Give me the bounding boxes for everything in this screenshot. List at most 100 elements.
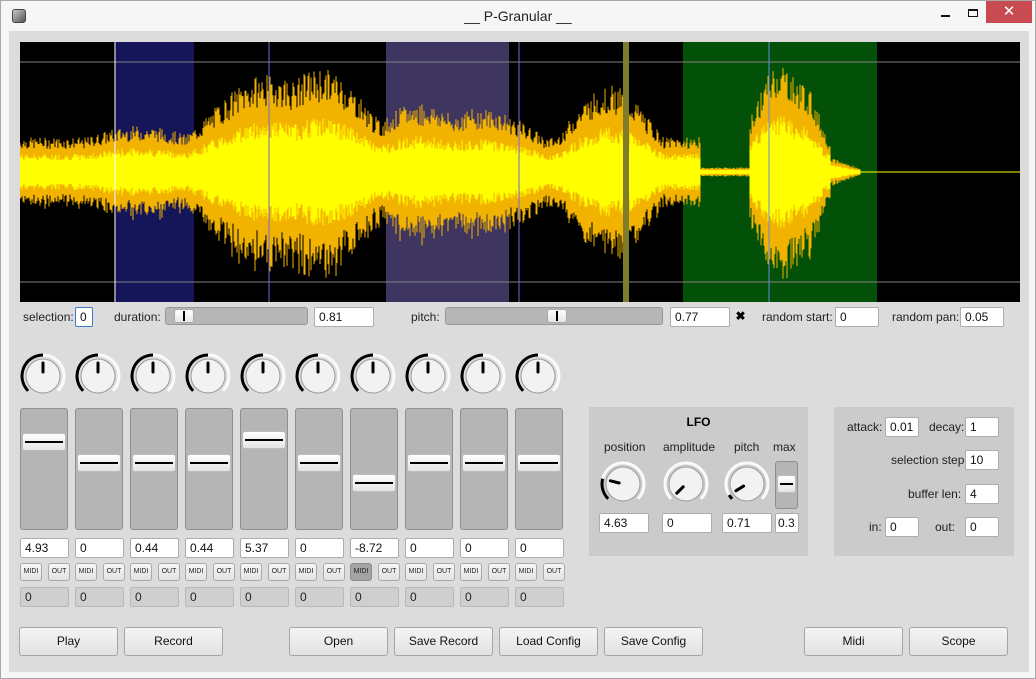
channel-out-button[interactable]: OUT [488,563,510,581]
channel-fader[interactable] [130,408,178,530]
duration-slider[interactable] [165,307,308,325]
pitch-slider[interactable] [445,307,663,325]
channel-value-input[interactable] [185,538,234,558]
midi-button[interactable]: Midi [804,627,903,656]
channel-fader-thumb[interactable] [297,454,341,472]
channel-knob[interactable] [458,351,508,401]
channel-fader-thumb[interactable] [22,433,66,451]
pitch-checkbox[interactable]: ✖ [734,310,747,323]
channel-midi-button[interactable]: MIDI [295,563,317,581]
lfo-max-slider[interactable] [775,461,798,509]
channel-fader-thumb[interactable] [517,454,561,472]
channel-fader[interactable] [185,408,233,530]
channel-value-input[interactable] [405,538,454,558]
decay-input[interactable] [965,417,999,437]
play-button[interactable]: Play [19,627,118,656]
channel-knob[interactable] [238,351,288,401]
channel-out-button[interactable]: OUT [48,563,70,581]
save-record-button[interactable]: Save Record [394,627,493,656]
channel-out-button[interactable]: OUT [433,563,455,581]
lfo-max-slider-thumb[interactable] [777,475,796,493]
channel-value-input[interactable] [240,538,289,558]
pitch-input[interactable] [670,307,730,327]
channel-out-button[interactable]: OUT [158,563,180,581]
channel-midi-button[interactable]: MIDI [240,563,262,581]
channel-fader[interactable] [405,408,453,530]
lfo-position-knob[interactable] [598,459,648,509]
record-button[interactable]: Record [124,627,223,656]
channel-fader[interactable] [515,408,563,530]
channel-fader-thumb[interactable] [462,454,506,472]
channel-midi-button[interactable]: MIDI [515,563,537,581]
channel-value-input[interactable] [75,538,124,558]
duration-input[interactable] [314,307,374,327]
channel-out-button[interactable]: OUT [213,563,235,581]
in-input[interactable] [885,517,919,537]
out-input[interactable] [965,517,999,537]
channel-fader-thumb[interactable] [407,454,451,472]
channel-fader-thumb[interactable] [242,431,286,449]
waveform-canvas[interactable] [20,42,1020,302]
lfo-amplitude-knob[interactable] [661,459,711,509]
channel-midi-button[interactable]: MIDI [75,563,97,581]
channel-value-input[interactable] [460,538,509,558]
channel-value-input[interactable] [350,538,399,558]
selection-input[interactable] [75,307,93,327]
channel-midi-button[interactable]: MIDI [460,563,482,581]
channel-fader-thumb[interactable] [77,454,121,472]
channel-value-input[interactable] [20,538,69,558]
channel-midi-button[interactable]: MIDI [350,563,372,581]
open-button[interactable]: Open [289,627,388,656]
channel-out-button[interactable]: OUT [103,563,125,581]
lfo-amplitude-input[interactable] [662,513,712,533]
channel-knob[interactable] [18,351,68,401]
channel-midi-button[interactable]: MIDI [185,563,207,581]
lfo-pitch-input[interactable] [722,513,772,533]
random-start-input[interactable] [835,307,879,327]
channel-knob[interactable] [128,351,178,401]
maximize-button[interactable] [959,1,987,23]
pitch-slider-thumb[interactable] [547,309,567,323]
channel-knob[interactable] [293,351,343,401]
close-button[interactable]: ✕ [986,1,1032,23]
duration-slider-thumb[interactable] [174,309,194,323]
channel-value-input[interactable] [130,538,179,558]
channel-fader[interactable] [295,408,343,530]
channel-midi-button[interactable]: MIDI [130,563,152,581]
save-config-button[interactable]: Save Config [604,627,703,656]
channel-midi-button[interactable]: MIDI [20,563,42,581]
title-bar: __ P-Granular __ ✕ [1,1,1035,31]
random-pan-input[interactable] [960,307,1004,327]
channel-value-input[interactable] [295,538,344,558]
minimize-button[interactable] [931,1,959,23]
channel-out-button[interactable]: OUT [268,563,290,581]
channel-midi-button[interactable]: MIDI [405,563,427,581]
channel-fader[interactable] [460,408,508,530]
buffer-len-input[interactable] [965,484,999,504]
channel-fader[interactable] [20,408,68,530]
attack-input[interactable] [885,417,919,437]
channel-out-button[interactable]: OUT [543,563,565,581]
load-config-button[interactable]: Load Config [499,627,598,656]
channel-knob[interactable] [348,351,398,401]
channel-fader-thumb[interactable] [132,454,176,472]
channel-out-button[interactable]: OUT [378,563,400,581]
channel-fader[interactable] [75,408,123,530]
channel-midi-value [75,587,124,607]
lfo-max-input[interactable] [775,513,799,533]
channel-fader-thumb[interactable] [352,474,396,492]
channel-knob[interactable] [513,351,563,401]
selection-step-input[interactable] [965,450,999,470]
channel-out-button[interactable]: OUT [323,563,345,581]
channel-knob[interactable] [73,351,123,401]
scope-button[interactable]: Scope [909,627,1008,656]
waveform-display[interactable] [20,42,1020,302]
channel-knob[interactable] [183,351,233,401]
channel-fader[interactable] [240,408,288,530]
lfo-position-input[interactable] [599,513,649,533]
channel-fader-thumb[interactable] [187,454,231,472]
channel-value-input[interactable] [515,538,564,558]
channel-knob[interactable] [403,351,453,401]
channel-fader[interactable] [350,408,398,530]
lfo-pitch-knob[interactable] [722,459,772,509]
